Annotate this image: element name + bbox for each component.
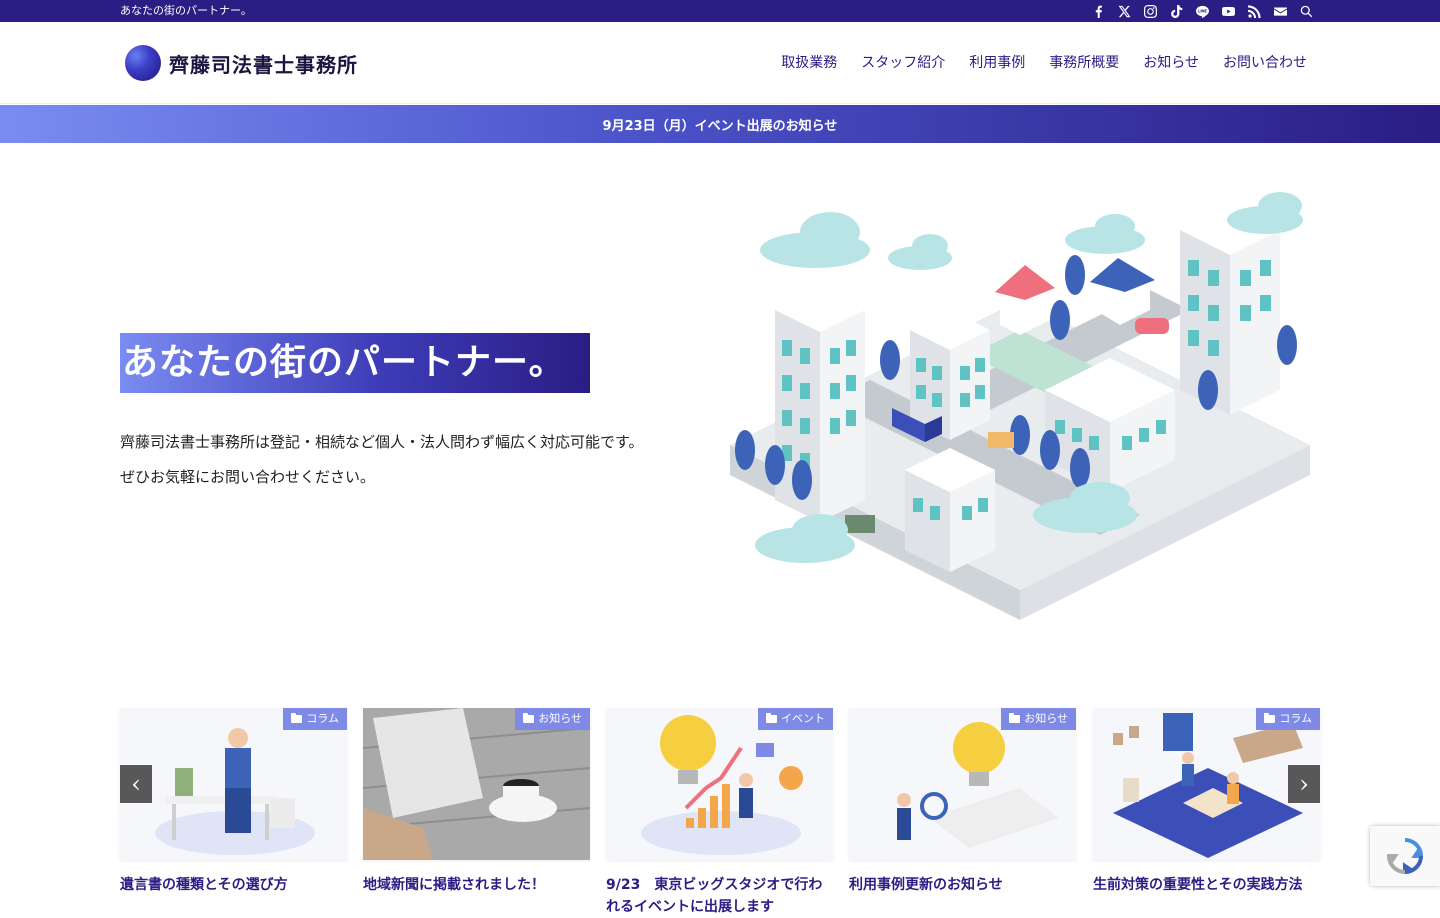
city-illustration [730,192,1310,620]
site-header: 齊藤司法書士事務所 取扱業務 スタッフ紹介 利用事例 事務所概要 お知らせ お問… [0,22,1440,104]
post-title[interactable]: 利用事例更新のお知らせ [849,874,1076,896]
nav-cases[interactable]: 利用事例 [969,55,1025,71]
post-title[interactable]: 遺言書の種類とその選び方 [120,874,347,896]
carousel-next-button[interactable]: › [1288,765,1320,803]
folder-icon [1009,713,1021,723]
post-title[interactable]: 9/23 東京ビッグスタジオで行われるイベントに出展します [606,874,833,918]
category-badge: お知らせ [1001,708,1076,730]
logo-mark [125,45,161,81]
post-card[interactable]: イベント 9/23 東京ビッグスタジオで行われるイベントに出展します [606,708,833,918]
post-carousel: コラム 遺言書の種類とその選び方 お知らせ 地域新聞に掲載されました！ イベント… [120,708,1320,915]
post-title[interactable]: 地域新聞に掲載されました！ [363,874,590,896]
magnifier-document-illustration [897,722,1059,848]
top-tagline: あなたの街のパートナー。 [120,4,252,17]
family-room-illustration [1113,713,1303,858]
hero-desc-line-2: ぜひお気軽にお問い合わせください。 [120,468,376,486]
nav-staff[interactable]: スタッフ紹介 [861,55,945,71]
folder-icon [291,713,303,723]
nav-about[interactable]: 事務所概要 [1049,55,1119,71]
main-nav: 取扱業務 スタッフ紹介 利用事例 事務所概要 お知らせ お問い合わせ [781,55,1307,71]
category-badge: イベント [758,708,833,730]
search-icon[interactable] [1298,3,1314,19]
line-icon[interactable] [1194,3,1210,19]
building-mid [910,310,990,440]
carousel-prev-button[interactable]: ‹ [120,765,152,803]
post-card[interactable]: コラム 遺言書の種類とその選び方 [120,708,347,896]
post-thumbnail[interactable]: コラム [120,708,347,860]
post-card[interactable]: お知らせ 利用事例更新のお知らせ [849,708,1076,896]
mail-icon[interactable] [1272,3,1288,19]
building-left [775,288,865,522]
growth-lightbulb-illustration [641,715,803,855]
rss-icon[interactable] [1246,3,1262,19]
site-logo[interactable]: 齊藤司法書士事務所 [125,45,358,81]
post-thumbnail[interactable]: お知らせ [849,708,1076,860]
tiktok-icon[interactable] [1168,3,1184,19]
instagram-icon[interactable] [1142,3,1158,19]
site-name: 齊藤司法書士事務所 [169,52,358,77]
post-thumbnail[interactable]: イベント [606,708,833,860]
social-icons [1090,3,1314,19]
notice-bar: 9月23日（月）イベント出展のお知らせ [0,105,1440,143]
post-card[interactable]: コラム 生前対策の重要性とその実践方法 [1093,708,1320,896]
post-thumbnail[interactable]: コラム [1093,708,1320,860]
building-front [905,448,995,572]
nav-contact[interactable]: お問い合わせ [1223,55,1307,71]
newspaper-coffee-photo [363,708,590,860]
category-badge: コラム [1256,708,1320,730]
hero-description: 齊藤司法書士事務所は登記・相続など個人・法人問わず幅広く対応可能です。 ぜひお気… [120,425,720,495]
youtube-icon[interactable] [1220,3,1236,19]
nav-news[interactable]: お知らせ [1143,55,1199,71]
x-icon[interactable] [1116,3,1132,19]
post-thumbnail[interactable]: お知らせ [363,708,590,860]
worried-person-illustration [155,728,315,855]
folder-icon [523,713,535,723]
hero-title: あなたの街のパートナー。 [120,333,590,393]
recaptcha-icon [1386,838,1424,875]
folder-icon [766,713,777,723]
notice-link[interactable]: 9月23日（月）イベント出展のお知らせ [603,115,838,134]
post-title[interactable]: 生前対策の重要性とその実践方法 [1093,874,1320,896]
category-badge: コラム [283,708,347,730]
facebook-icon[interactable] [1090,3,1106,19]
nav-services[interactable]: 取扱業務 [781,55,837,71]
folder-icon [1264,713,1276,723]
top-bar: あなたの街のパートナー。 [0,0,1440,22]
building-right-tall [1180,205,1280,415]
post-card[interactable]: お知らせ 地域新聞に掲載されました！ [363,708,590,896]
category-badge: お知らせ [515,708,590,730]
hero-desc-line-1: 齊藤司法書士事務所は登記・相続など個人・法人問わず幅広く対応可能です。 [120,433,644,451]
recaptcha-badge[interactable] [1370,826,1440,886]
